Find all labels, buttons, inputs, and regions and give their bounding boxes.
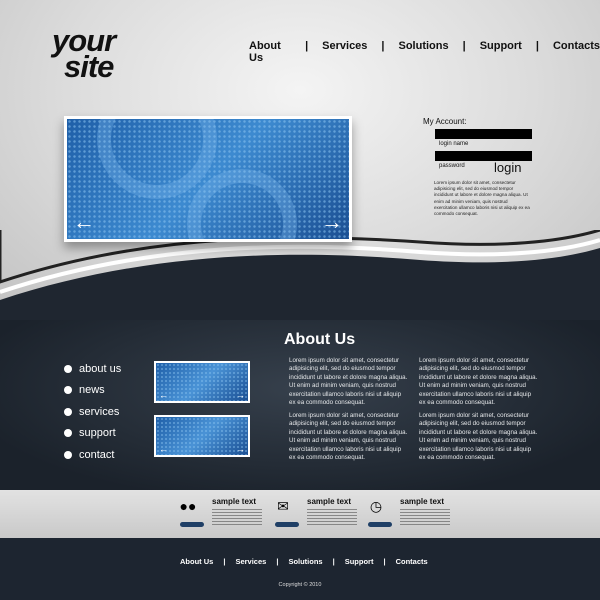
bullet-icon <box>64 364 72 373</box>
take-tour-button[interactable] <box>180 522 204 527</box>
arrow-left-icon[interactable]: ← <box>159 390 168 400</box>
nav-services[interactable]: Services <box>322 40 367 64</box>
sidebar-item-services[interactable]: services <box>64 401 121 423</box>
arrow-left-icon[interactable]: ← <box>159 444 168 454</box>
sidebar-item-about[interactable]: about us <box>64 358 121 380</box>
label: news <box>79 384 105 397</box>
about-paragraph: Lorem ipsum dolor sit amet, consectetur … <box>419 412 538 462</box>
take-tour-button[interactable] <box>368 522 392 527</box>
account-text: Lorem ipsum dolor sit amet, consectetur … <box>434 180 530 217</box>
login-name-input[interactable] <box>435 129 532 139</box>
arrow-right-icon[interactable]: → <box>236 444 245 454</box>
footer-nav-solutions[interactable]: Solutions <box>288 557 322 566</box>
sidebar-menu: about us news services support contact <box>64 358 121 466</box>
bullet-icon <box>64 450 72 459</box>
feature-title: sample text <box>307 497 352 506</box>
about-paragraph: Lorem ipsum dolor sit amet, consectetur … <box>419 357 538 407</box>
speech-bubbles-icon: ●● <box>179 498 197 514</box>
envelope-icon: ✉ <box>277 498 289 514</box>
image-slider[interactable]: ← → <box>64 116 352 242</box>
footer-nav-support[interactable]: Support <box>345 557 374 566</box>
footer-nav-contacts[interactable]: Contacts <box>396 557 428 566</box>
feature-title: sample text <box>212 497 257 506</box>
footer-nav-about[interactable]: About Us <box>180 557 213 566</box>
bullet-icon <box>64 386 72 395</box>
footer-nav-services[interactable]: Services <box>235 557 266 566</box>
bullet-icon <box>64 429 72 438</box>
nav-solutions[interactable]: Solutions <box>399 40 449 64</box>
label: contact <box>79 448 115 461</box>
features-band <box>0 490 600 538</box>
bullet-icon <box>64 407 72 416</box>
arrow-left-icon[interactable]: ← <box>73 209 95 235</box>
about-paragraph: Lorem ipsum dolor sit amet, consectetur … <box>289 357 408 407</box>
about-paragraph: Lorem ipsum dolor sit amet, consectetur … <box>289 412 408 462</box>
site-logo[interactable]: your site <box>52 25 116 82</box>
copyright: Copyright © 2010 <box>278 582 322 588</box>
nav-support[interactable]: Support <box>480 40 522 64</box>
login-name-label: login name <box>439 141 469 147</box>
sidebar-item-support[interactable]: support <box>64 423 121 445</box>
main-nav: About Us | Services | Solutions | Support | … <box>249 40 600 64</box>
thumbnail-2[interactable]: ← → <box>154 415 250 457</box>
label: support <box>79 427 116 440</box>
footer-nav: About Us | Services | Solutions | Support | … <box>180 557 428 566</box>
arrow-right-icon[interactable]: → <box>321 209 343 235</box>
account-title: My Account: <box>423 117 467 126</box>
about-title: About Us <box>284 331 356 348</box>
nav-contacts[interactable]: Contacts <box>553 40 600 64</box>
login-button[interactable]: login <box>494 160 521 175</box>
clock-icon: ◷ <box>369 498 383 514</box>
label: about us <box>79 362 122 375</box>
feature-title: sample text <box>400 497 445 506</box>
thumbnail-1[interactable]: ← → <box>154 361 250 403</box>
arrow-right-icon[interactable]: → <box>236 390 245 400</box>
nav-about[interactable]: About Us <box>249 40 291 64</box>
label: services <box>79 405 120 418</box>
take-tour-button[interactable] <box>275 522 299 527</box>
sidebar-item-news[interactable]: news <box>64 380 121 402</box>
sidebar-item-contact[interactable]: contact <box>64 444 121 466</box>
